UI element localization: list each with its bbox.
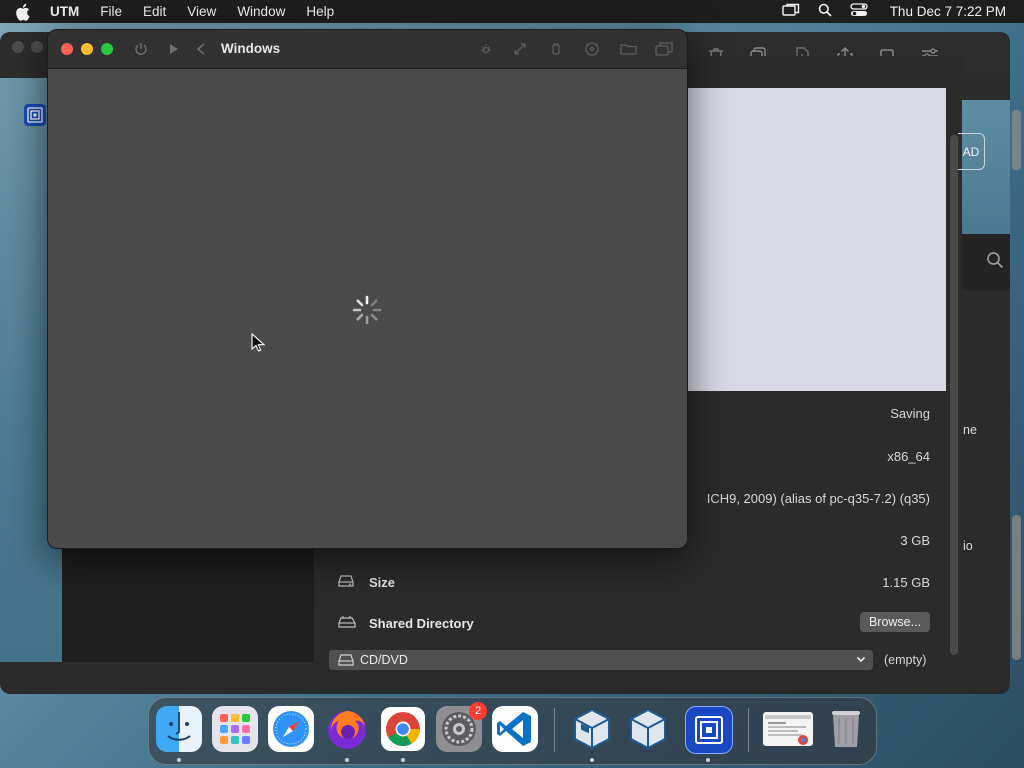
background-scrollbar[interactable] xyxy=(1012,110,1021,170)
running-indicator xyxy=(345,758,349,762)
menu-window[interactable]: Window xyxy=(237,4,285,19)
app-menu-utm[interactable]: UTM xyxy=(50,4,79,19)
menubar-clock[interactable]: Thu Dec 7 7:22 PM xyxy=(890,4,1006,19)
cd-dvd-value: (empty) xyxy=(884,653,927,667)
menu-edit[interactable]: Edit xyxy=(143,4,166,19)
mouse-pointer-icon xyxy=(251,332,266,353)
screen-mirroring-icon[interactable] xyxy=(781,3,800,20)
apple-menu-icon[interactable] xyxy=(16,3,36,21)
windows-switch-icon[interactable] xyxy=(655,41,673,57)
search-icon[interactable] xyxy=(986,251,1004,274)
vm-titlebar[interactable]: Windows xyxy=(48,30,687,69)
vm-window-title: Windows xyxy=(221,41,281,56)
minimize-window-button[interactable] xyxy=(81,43,93,55)
vm-preview-screen xyxy=(688,88,946,391)
resize-display-icon[interactable] xyxy=(512,41,528,57)
running-indicator xyxy=(177,758,181,762)
dock: 2 xyxy=(148,697,877,765)
status-value: Saving xyxy=(890,406,930,421)
background-text-fragment: io xyxy=(963,539,973,553)
display-brightness-icon[interactable] xyxy=(478,41,494,57)
usb-device-icon[interactable] xyxy=(548,41,564,57)
running-indicator xyxy=(401,758,405,762)
dock-separator xyxy=(748,708,749,752)
menu-file[interactable]: File xyxy=(100,4,122,19)
size-value: 1.15 GB xyxy=(882,575,930,590)
background-text-fragment: ne xyxy=(963,423,977,437)
memory-value: 3 GB xyxy=(900,533,930,548)
vscode-icon[interactable] xyxy=(492,706,538,752)
shared-folder-icon[interactable] xyxy=(620,41,637,57)
hard-drive-icon xyxy=(338,574,354,590)
cd-dvd-label: CD/DVD xyxy=(360,653,408,667)
firefox-icon[interactable] xyxy=(324,706,370,752)
running-indicator xyxy=(590,758,594,762)
virtualbox-icon[interactable] xyxy=(625,706,671,752)
details-scrollbar[interactable] xyxy=(950,135,958,655)
cd-dvd-select[interactable]: CD/DVD xyxy=(329,650,873,670)
shared-directory-label: Shared Directory xyxy=(369,616,474,631)
notification-badge: 2 xyxy=(469,702,487,720)
restart-back-icon[interactable] xyxy=(193,41,209,57)
background-scrollbar[interactable] xyxy=(1012,515,1021,660)
utm-logo-icon xyxy=(24,104,46,126)
disk-drive-icon xyxy=(338,653,354,667)
control-center-icon[interactable] xyxy=(850,3,868,20)
details-row-size: Size 1.15 GB xyxy=(314,563,948,603)
size-label: Size xyxy=(369,575,396,590)
background-search-bar xyxy=(962,234,1010,290)
zoom-window-button[interactable] xyxy=(101,43,113,55)
loading-spinner-icon xyxy=(350,293,384,327)
menu-help[interactable]: Help xyxy=(306,4,334,19)
vm-display-window[interactable]: Windows xyxy=(47,29,688,549)
launchpad-icon[interactable] xyxy=(212,706,258,752)
virtualbox-icon[interactable] xyxy=(569,706,615,752)
add-button-fragment[interactable]: AD xyxy=(958,133,985,170)
utm-icon[interactable] xyxy=(685,706,733,754)
inactive-traffic-light xyxy=(31,41,43,53)
inactive-traffic-light xyxy=(12,41,24,53)
running-indicator xyxy=(706,758,710,762)
dock-separator xyxy=(554,708,555,752)
chevron-down-icon xyxy=(855,653,867,665)
shared-drive-icon xyxy=(338,615,356,631)
play-icon[interactable] xyxy=(165,41,181,57)
chrome-window-thumbnail-icon[interactable] xyxy=(763,712,813,746)
browse-button[interactable]: Browse... xyxy=(860,612,930,632)
architecture-value: x86_64 xyxy=(887,449,930,464)
spotlight-search-icon[interactable] xyxy=(818,3,832,20)
safari-icon[interactable] xyxy=(268,706,314,752)
chrome-icon[interactable] xyxy=(380,706,426,752)
details-row-shared-directory: Shared Directory Browse... xyxy=(314,604,948,644)
menu-bar: UTM File Edit View Window Help Thu Dec 7… xyxy=(0,0,1024,23)
power-icon[interactable] xyxy=(133,41,149,57)
cd-drive-icon[interactable] xyxy=(584,41,600,57)
close-window-button[interactable] xyxy=(61,43,73,55)
trash-icon[interactable] xyxy=(823,706,869,752)
finder-icon[interactable] xyxy=(156,706,202,752)
machine-value: ICH9, 2009) (alias of pc-q35-7.2) (q35) xyxy=(706,491,930,506)
menu-view[interactable]: View xyxy=(187,4,216,19)
